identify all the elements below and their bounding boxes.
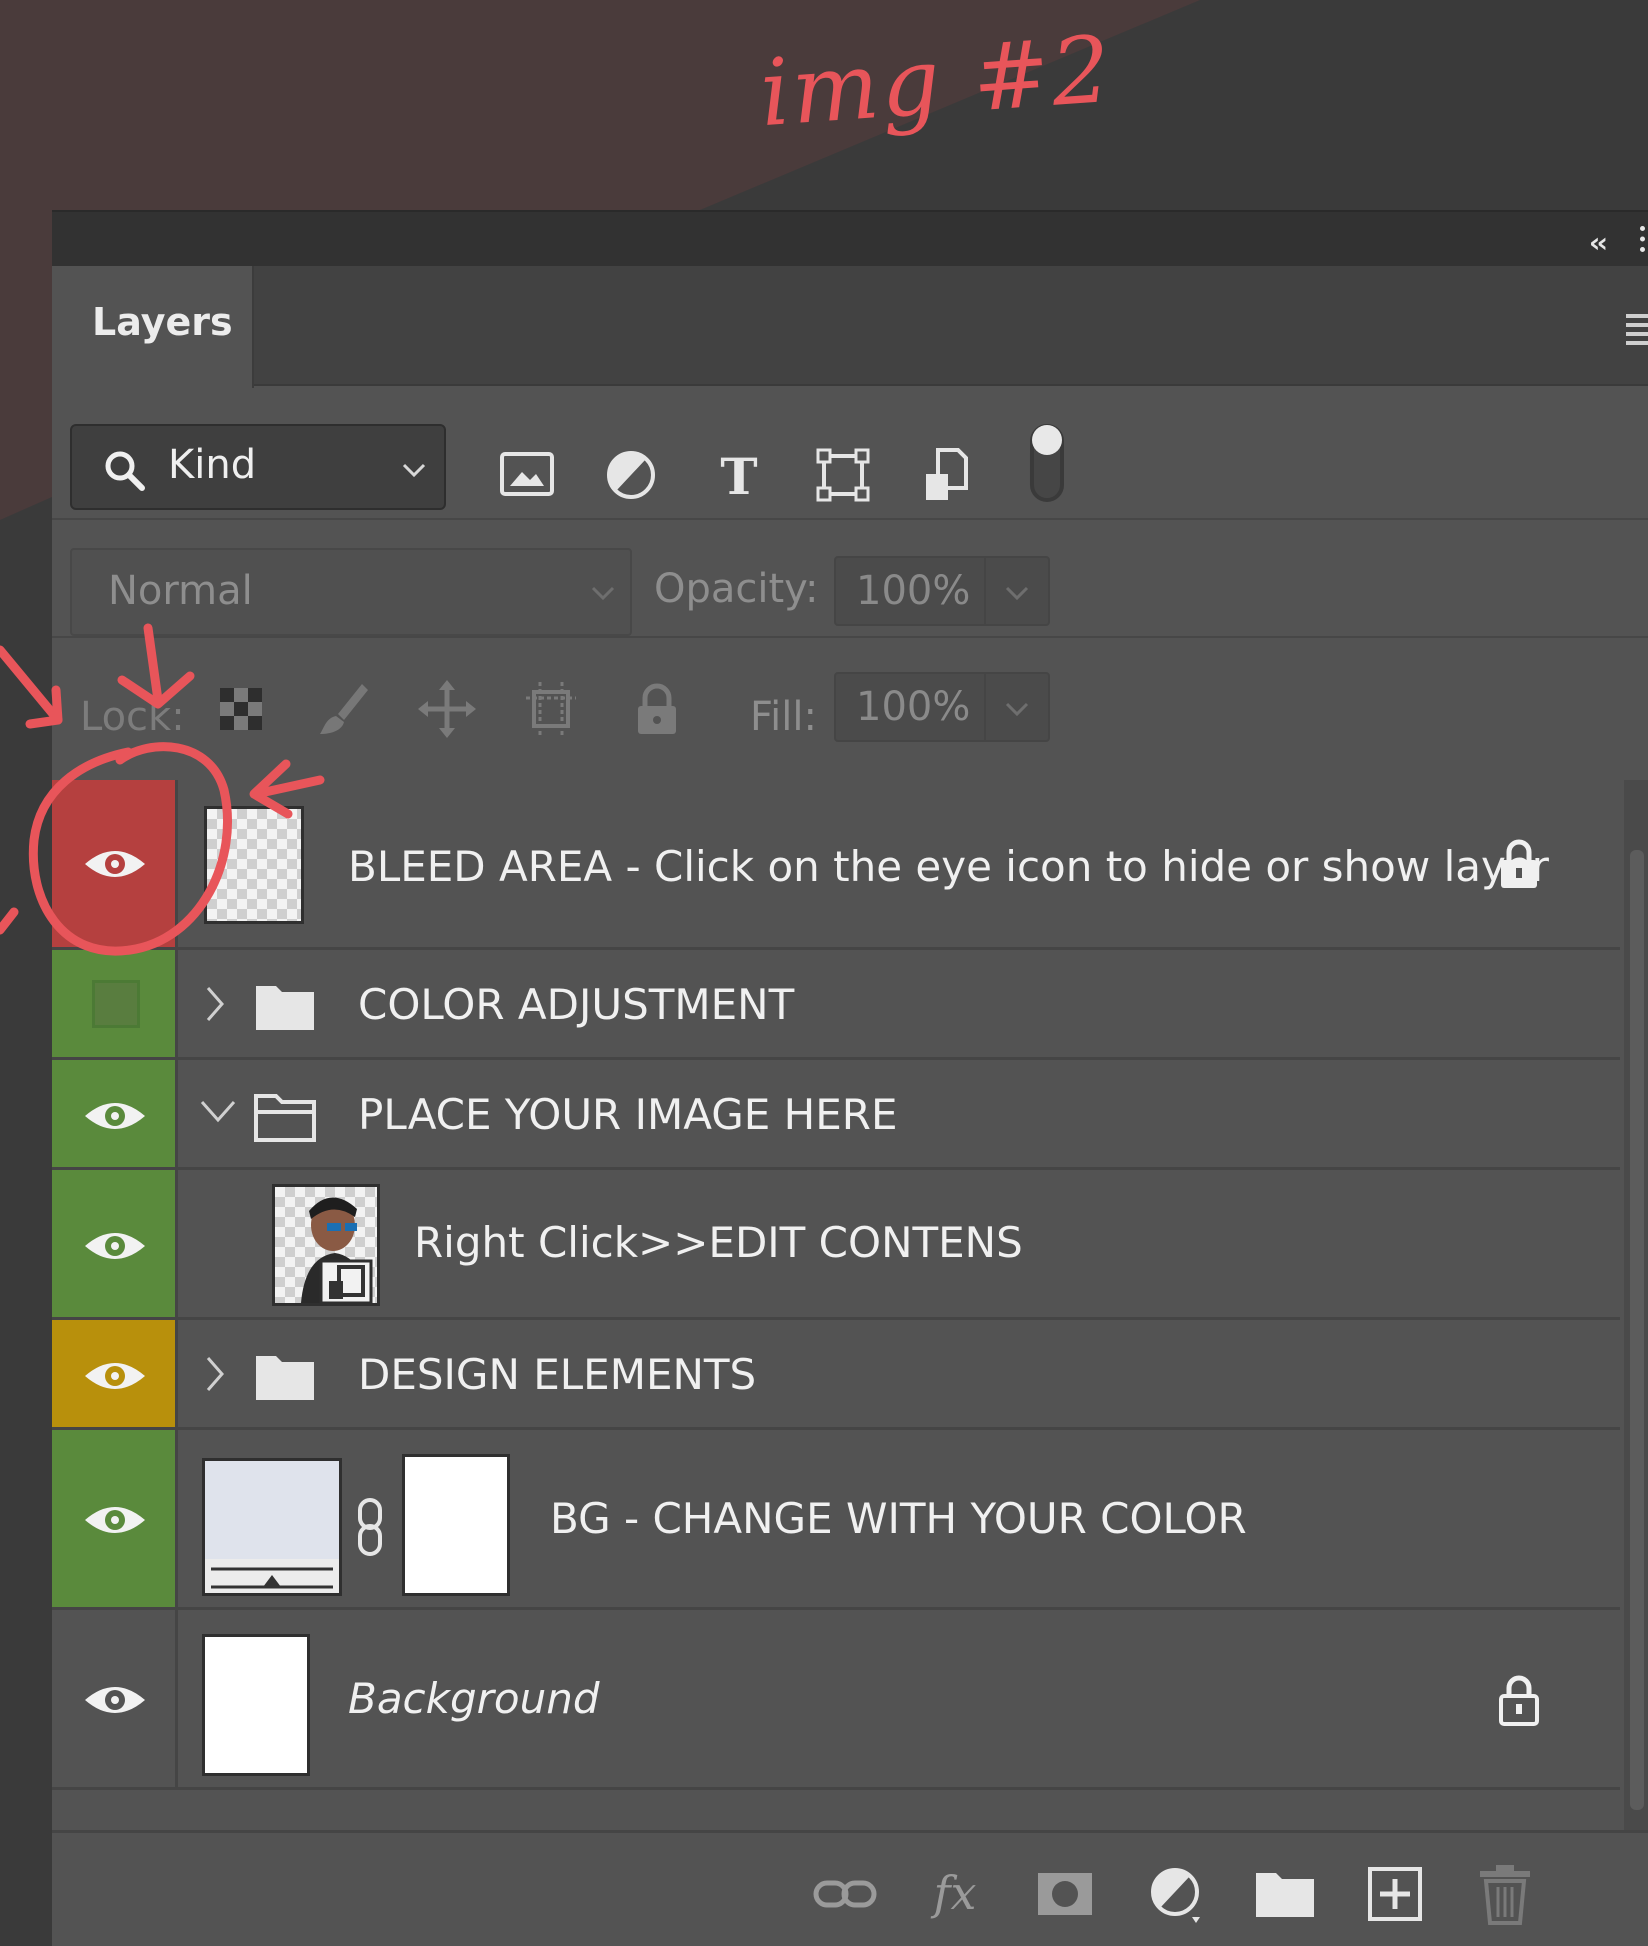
filter-toggle-icon[interactable] [1014, 418, 1080, 508]
layer-name[interactable]: BLEED AREA - Click on the eye icon to hi… [348, 842, 1549, 891]
layer-name[interactable]: COLOR ADJUSTMENT [358, 980, 794, 1029]
filter-row: Kind T [52, 386, 1648, 520]
blend-mode-value: Normal [108, 568, 253, 614]
eye-icon[interactable] [82, 1500, 148, 1540]
lock-icon [1501, 839, 1537, 888]
layers-scrollbar-thumb[interactable] [1630, 850, 1644, 1810]
delete-layer-icon[interactable] [1472, 1861, 1538, 1927]
eye-icon[interactable] [82, 1680, 148, 1720]
layer-row-color-adjustment[interactable]: COLOR ADJUSTMENT [52, 950, 1620, 1060]
layer-row-design-elements[interactable]: DESIGN ELEMENTS [52, 1320, 1620, 1430]
folder-icon [256, 1356, 314, 1400]
layer-name[interactable]: PLACE YOUR IMAGE HERE [358, 1090, 897, 1139]
smart-object-filter-icon[interactable] [914, 444, 980, 506]
lock-label: Lock: [80, 694, 185, 740]
visibility-toggle[interactable] [52, 1610, 178, 1787]
layer-mask-thumbnail[interactable] [402, 1454, 510, 1596]
shape-layer-filter-icon[interactable] [810, 444, 876, 506]
panel-menu-icon[interactable] [1626, 314, 1648, 346]
visibility-toggle[interactable] [52, 1430, 178, 1607]
fill-layer-thumbnail [202, 1458, 342, 1596]
panel-options-stub[interactable] [1640, 226, 1648, 252]
fill-field-separator [984, 674, 986, 740]
lock-transparent-pixels-icon[interactable] [212, 678, 270, 740]
lock-all-icon[interactable] [628, 678, 686, 740]
layer-row-bg-color[interactable]: BG - CHANGE WITH YOUR COLOR [52, 1430, 1620, 1610]
layer-name[interactable]: Background [348, 1674, 600, 1723]
folder-open-icon [254, 1094, 316, 1142]
gradient-slider-icon [205, 1559, 339, 1593]
link-icon[interactable] [352, 1496, 388, 1558]
blend-row: Normal Opacity: 100% [52, 520, 1648, 638]
layer-row-place-your-image[interactable]: PLACE YOUR IMAGE HERE [52, 1060, 1620, 1170]
filter-kind-label: Kind [168, 442, 257, 488]
pixel-layer-filter-icon[interactable] [494, 444, 560, 506]
layer-row-bleed-area[interactable]: BLEED AREA - Click on the eye icon to hi… [52, 780, 1620, 950]
lock-position-icon[interactable] [418, 678, 476, 740]
eye-icon[interactable] [82, 1096, 148, 1136]
visibility-toggle[interactable] [52, 1060, 178, 1167]
layer-row-background[interactable]: Background [52, 1610, 1620, 1790]
chevron-right-icon[interactable] [202, 984, 228, 1024]
double-chevron-left-icon[interactable]: ‹‹ [1589, 226, 1608, 259]
opacity-field-separator [984, 558, 986, 624]
fill-field[interactable]: 100% [834, 672, 1050, 742]
visibility-toggle[interactable] [52, 950, 178, 1057]
visibility-toggle[interactable] [52, 780, 178, 947]
folder-icon [256, 986, 314, 1030]
opacity-label: Opacity: [654, 566, 819, 612]
chevron-down-icon[interactable] [1002, 578, 1032, 608]
panel-title-bar: ‹‹ [52, 210, 1648, 266]
lock-image-pixels-icon[interactable] [314, 678, 372, 740]
chevron-right-icon[interactable] [202, 1354, 228, 1394]
eye-icon[interactable] [82, 1356, 148, 1396]
chevron-down-icon [402, 463, 426, 478]
eye-icon[interactable] [82, 844, 148, 884]
visibility-toggle[interactable] [52, 1320, 178, 1427]
lock-artboard-icon[interactable] [522, 678, 580, 740]
chevron-down-icon[interactable] [198, 1096, 238, 1126]
chevron-down-icon [591, 586, 615, 601]
opacity-field[interactable]: 100% [834, 556, 1050, 626]
eye-icon[interactable] [82, 1226, 148, 1266]
lock-row: Lock: Fill: 100% [52, 638, 1648, 758]
svg-text:T: T [720, 447, 757, 506]
new-group-icon[interactable] [1252, 1861, 1318, 1927]
person-photo-icon [301, 1197, 373, 1303]
filter-kind-select[interactable]: Kind [70, 424, 446, 510]
panel-tab-bar: Layers [52, 266, 1648, 388]
link-layers-icon[interactable] [812, 1861, 878, 1927]
new-adjustment-icon[interactable] [1142, 1861, 1208, 1927]
lock-icon [1499, 1675, 1539, 1726]
layers-list: BLEED AREA - Click on the eye icon to hi… [52, 780, 1620, 1828]
search-icon [105, 451, 145, 491]
blend-mode-select[interactable]: Normal [70, 548, 632, 636]
smart-object-thumbnail [272, 1184, 380, 1306]
layer-row-smart-object[interactable]: Right Click>>EDIT CONTENS [52, 1170, 1620, 1320]
adjustment-layer-filter-icon[interactable] [598, 444, 664, 506]
new-layer-icon[interactable] [1362, 1861, 1428, 1927]
chevron-down-icon[interactable] [1002, 694, 1032, 724]
fx-icon[interactable]: fx [922, 1861, 988, 1927]
layer-thumbnail [204, 806, 304, 924]
bottom-toolbar: fx [52, 1830, 1648, 1946]
layer-name[interactable]: Right Click>>EDIT CONTENS [414, 1218, 1023, 1267]
fill-value: 100% [856, 684, 971, 730]
layer-thumbnail [202, 1634, 310, 1776]
layers-panel: ‹‹ Layers Kind T Normal Opacity: 100% Lo… [52, 210, 1648, 1946]
type-layer-filter-icon[interactable]: T [706, 444, 772, 506]
opacity-value: 100% [856, 568, 971, 614]
layer-name[interactable]: DESIGN ELEMENTS [358, 1350, 756, 1399]
add-mask-icon[interactable] [1032, 1861, 1098, 1927]
fill-label: Fill: [750, 694, 817, 740]
layer-name[interactable]: BG - CHANGE WITH YOUR COLOR [550, 1494, 1247, 1543]
svg-text:fx: fx [931, 1866, 977, 1920]
tab-layers[interactable]: Layers [52, 266, 254, 388]
visibility-toggle[interactable] [52, 1170, 178, 1317]
visibility-off-box[interactable] [92, 980, 140, 1028]
